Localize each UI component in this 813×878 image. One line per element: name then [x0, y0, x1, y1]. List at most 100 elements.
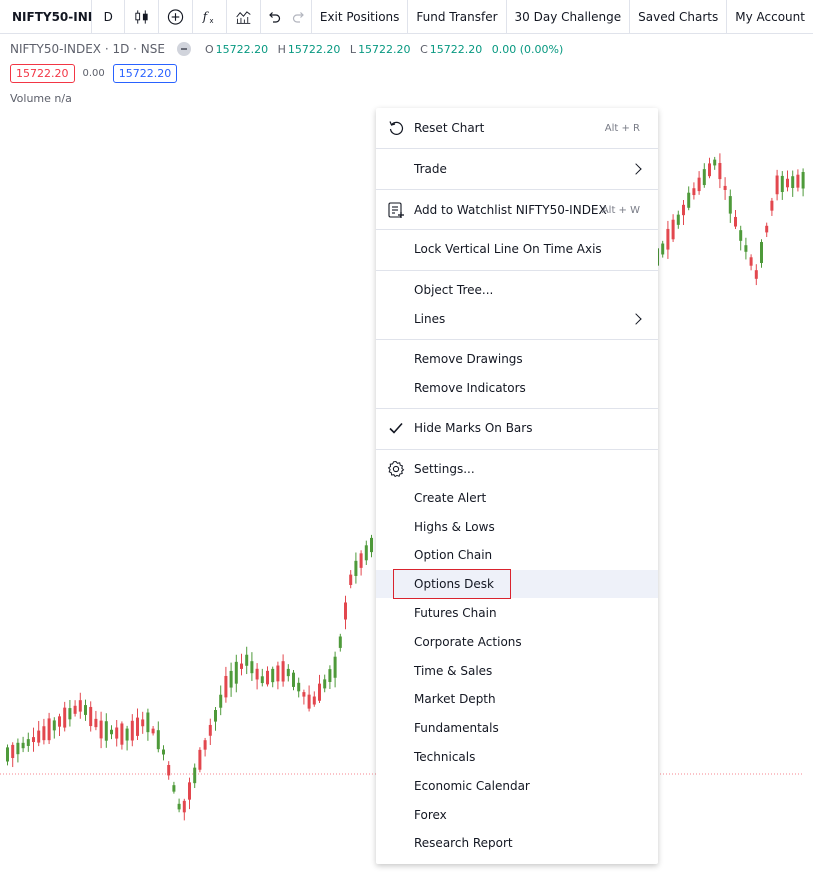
menu-divider — [376, 339, 658, 340]
menu-label: Add to Watchlist NIFTY50-INDEX — [414, 203, 607, 217]
candle-body — [676, 214, 680, 225]
menu-item-fundamentals[interactable]: Fundamentals — [376, 714, 658, 742]
menu-label: Trade — [414, 162, 447, 176]
menu-item-add-to-watchlist[interactable]: Add to Watchlist NIFTY50-INDEX Alt + W — [376, 196, 658, 224]
candle-body — [349, 574, 353, 585]
menu-label: Market Depth — [414, 692, 496, 706]
close-value: 15722.20 — [429, 42, 483, 56]
menu-item-lines[interactable]: Lines — [376, 305, 658, 333]
candle-body — [115, 727, 119, 739]
menu-item-technicals[interactable]: Technicals — [376, 743, 658, 771]
candle-body — [32, 737, 35, 743]
menu-shortcut: Alt + R — [604, 122, 640, 134]
candle-body — [318, 683, 321, 701]
svg-text:x: x — [210, 16, 214, 24]
exit-positions-link[interactable]: Exit Positions — [312, 0, 409, 34]
candle-body — [198, 749, 202, 770]
chart-context-menu: Reset Chart Alt + R Trade Add to Watchli… — [376, 108, 658, 864]
saved-charts-link[interactable]: Saved Charts — [630, 0, 728, 34]
menu-item-option-chain[interactable]: Option Chain — [376, 541, 658, 569]
candle-body — [182, 800, 186, 813]
menu-item-hide-marks-on-bars[interactable]: Hide Marks On Bars — [376, 414, 658, 442]
candle-body — [661, 243, 665, 255]
candle-body — [359, 553, 363, 568]
candle-body — [697, 177, 701, 192]
redo-button[interactable] — [287, 0, 312, 34]
menu-item-remove-indicators[interactable]: Remove Indicators — [376, 374, 658, 402]
menu-item-forex[interactable]: Forex — [376, 801, 658, 829]
compare-button[interactable] — [159, 0, 194, 34]
menu-label: Technicals — [414, 750, 476, 764]
menu-item-lock-vertical-line[interactable]: Lock Vertical Line On Time Axis — [376, 235, 658, 263]
templates-button[interactable] — [227, 0, 262, 34]
candle-body — [245, 654, 249, 666]
undo-button[interactable] — [261, 0, 286, 34]
buy-price-button[interactable]: 15722.20 — [112, 64, 178, 83]
candle-body — [796, 174, 800, 188]
my-account-link[interactable]: My Account — [727, 0, 813, 34]
templates-icon — [236, 10, 252, 24]
menu-item-futures-chain[interactable]: Futures Chain — [376, 599, 658, 627]
add-watchlist-icon — [386, 200, 406, 220]
candle-body — [801, 172, 805, 189]
candle-body — [671, 219, 675, 240]
menu-shortcut: Alt + W — [601, 204, 640, 216]
candle-body — [208, 724, 212, 736]
menu-label: Reset Chart — [414, 121, 485, 135]
candle-body — [718, 163, 722, 180]
candle-body — [214, 710, 217, 722]
candle-body — [708, 163, 711, 177]
candle-body — [16, 742, 20, 755]
sell-price-button[interactable]: 15722.20 — [10, 64, 75, 83]
menu-item-object-tree[interactable]: Object Tree... — [376, 276, 658, 304]
menu-item-options-desk[interactable]: Options Desk — [376, 569, 658, 599]
candle-body — [364, 545, 368, 561]
menu-item-remove-drawings[interactable]: Remove Drawings — [376, 345, 658, 373]
candle-body — [162, 749, 165, 755]
candle-body — [281, 661, 285, 682]
menu-item-reset-chart[interactable]: Reset Chart Alt + R — [376, 114, 658, 142]
candle-body — [78, 700, 82, 712]
low-label: L — [349, 42, 357, 56]
candle-body — [110, 729, 113, 735]
menu-item-trade[interactable]: Trade — [376, 155, 658, 183]
fund-transfer-link[interactable]: Fund Transfer — [408, 0, 507, 34]
candle-body — [255, 668, 259, 680]
legend-collapse-icon[interactable] — [176, 42, 191, 56]
candle-body — [21, 742, 25, 749]
candle-body — [739, 230, 743, 241]
candle-body — [734, 216, 737, 227]
interval-button[interactable]: D — [92, 0, 126, 34]
menu-item-corporate-actions[interactable]: Corporate Actions — [376, 628, 658, 656]
menu-item-create-alert[interactable]: Create Alert — [376, 484, 658, 512]
candle-body — [276, 665, 280, 682]
menu-item-research-report[interactable]: Research Report — [376, 829, 658, 857]
menu-divider — [376, 270, 658, 271]
candle-body — [791, 176, 795, 188]
menu-item-time-sales[interactable]: Time & Sales — [376, 657, 658, 685]
legend-title[interactable]: NIFTY50-INDEX · 1D · NSE — [10, 42, 165, 56]
candle-body — [224, 675, 228, 698]
candle-body — [229, 670, 233, 688]
symbol-search-button[interactable]: NIFTY50-INI — [0, 0, 92, 34]
candle-body — [234, 661, 238, 684]
menu-item-highs-lows[interactable]: Highs & Lows — [376, 513, 658, 541]
candle-body — [125, 728, 129, 741]
menu-item-settings[interactable]: Settings... — [376, 455, 658, 483]
candle-body — [193, 767, 197, 784]
volume-legend: Volume n/a — [10, 92, 72, 105]
menu-label: Corporate Actions — [414, 635, 522, 649]
menu-label: Time & Sales — [414, 664, 493, 678]
menu-item-economic-calendar[interactable]: Economic Calendar — [376, 772, 658, 800]
30-day-challenge-link[interactable]: 30 Day Challenge — [507, 0, 631, 34]
menu-divider — [376, 449, 658, 450]
menu-label: Remove Drawings — [414, 352, 523, 366]
candle-body — [250, 661, 254, 674]
chart-type-button[interactable] — [125, 0, 160, 34]
menu-item-market-depth[interactable]: Market Depth — [376, 685, 658, 713]
indicators-button[interactable]: f x — [193, 0, 228, 34]
candle-body — [146, 712, 150, 733]
svg-text:f: f — [202, 9, 210, 23]
candle-body — [6, 747, 9, 762]
plus-circle-icon — [168, 8, 184, 25]
